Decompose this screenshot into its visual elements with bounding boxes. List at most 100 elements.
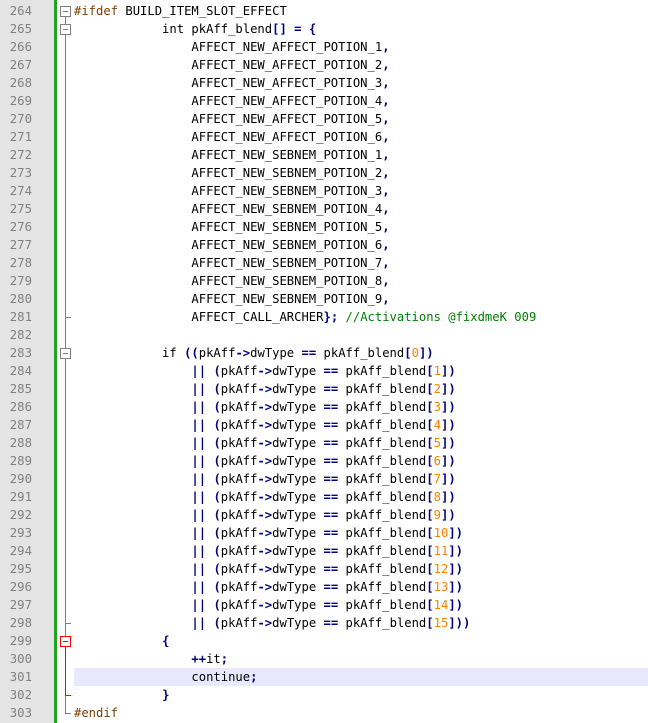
- code-text[interactable]: int pkAff_blend[] = {: [74, 20, 648, 38]
- code-text[interactable]: || (pkAff->dwType == pkAff_blend[9]): [74, 506, 648, 524]
- code-line-285[interactable]: 285 || (pkAff->dwType == pkAff_blend[2]): [0, 380, 648, 398]
- code-content: || (pkAff->dwType == pkAff_blend[12]): [191, 562, 463, 576]
- line-number: 283: [9, 346, 32, 360]
- code-line-299[interactable]: 299 {: [0, 632, 648, 650]
- code-line-293[interactable]: 293 || (pkAff->dwType == pkAff_blend[10]…: [0, 524, 648, 542]
- code-text[interactable]: || (pkAff->dwType == pkAff_blend[5]): [74, 434, 648, 452]
- code-line-300[interactable]: 300 ++it;: [0, 650, 648, 668]
- code-text[interactable]: AFFECT_NEW_SEBNEM_POTION_8,: [74, 272, 648, 290]
- code-text[interactable]: || (pkAff->dwType == pkAff_blend[14]): [74, 596, 648, 614]
- code-text[interactable]: || (pkAff->dwType == pkAff_blend[2]): [74, 380, 648, 398]
- code-text[interactable]: AFFECT_NEW_SEBNEM_POTION_6,: [74, 236, 648, 254]
- code-line-264[interactable]: 264 #ifdef BUILD_ITEM_SLOT_EFFECT: [0, 2, 648, 20]
- code-text[interactable]: AFFECT_NEW_AFFECT_POTION_4,: [74, 92, 648, 110]
- code-line-267[interactable]: 267 AFFECT_NEW_AFFECT_POTION_2,: [0, 56, 648, 74]
- line-number: 302: [9, 688, 32, 702]
- code-line-297[interactable]: 297 || (pkAff->dwType == pkAff_blend[14]…: [0, 596, 648, 614]
- code-line-268[interactable]: 268 AFFECT_NEW_AFFECT_POTION_3,: [0, 74, 648, 92]
- code-line-275[interactable]: 275 AFFECT_NEW_SEBNEM_POTION_4,: [0, 200, 648, 218]
- line-number: 276: [9, 220, 32, 234]
- line-number: 272: [9, 148, 32, 162]
- code-line-277[interactable]: 277 AFFECT_NEW_SEBNEM_POTION_6,: [0, 236, 648, 254]
- code-line-271[interactable]: 271 AFFECT_NEW_AFFECT_POTION_6,: [0, 128, 648, 146]
- code-line-294[interactable]: 294 || (pkAff->dwType == pkAff_blend[11]…: [0, 542, 648, 560]
- code-text[interactable]: {: [74, 632, 648, 650]
- code-text[interactable]: || (pkAff->dwType == pkAff_blend[15])): [74, 614, 648, 632]
- code-line-288[interactable]: 288 || (pkAff->dwType == pkAff_blend[5]): [0, 434, 648, 452]
- code-line-284[interactable]: 284 || (pkAff->dwType == pkAff_blend[1]): [0, 362, 648, 380]
- code-text[interactable]: continue;: [74, 668, 648, 686]
- code-line-291[interactable]: 291 || (pkAff->dwType == pkAff_blend[8]): [0, 488, 648, 506]
- line-number: 273: [9, 166, 32, 180]
- code-line-287[interactable]: 287 || (pkAff->dwType == pkAff_blend[4]): [0, 416, 648, 434]
- code-content: AFFECT_NEW_AFFECT_POTION_4,: [74, 94, 390, 108]
- code-line-303[interactable]: 303 #endif: [0, 704, 648, 722]
- code-editor[interactable]: 264 #ifdef BUILD_ITEM_SLOT_EFFECT 265 int …: [0, 0, 648, 723]
- code-text[interactable]: AFFECT_NEW_SEBNEM_POTION_1,: [74, 146, 648, 164]
- code-line-286[interactable]: 286 || (pkAff->dwType == pkAff_blend[3]): [0, 398, 648, 416]
- code-line-302[interactable]: 302 }: [0, 686, 648, 704]
- code-line-272[interactable]: 272 AFFECT_NEW_SEBNEM_POTION_1,: [0, 146, 648, 164]
- code-line-281[interactable]: 281 AFFECT_CALL_ARCHER}; //Activations @…: [0, 308, 648, 326]
- code-text[interactable]: AFFECT_NEW_SEBNEM_POTION_2,: [74, 164, 648, 182]
- line-number: 298: [9, 616, 32, 630]
- code-text[interactable]: ++it;: [74, 650, 648, 668]
- code-line-274[interactable]: 274 AFFECT_NEW_SEBNEM_POTION_3,: [0, 182, 648, 200]
- code-content: }: [162, 688, 170, 702]
- code-line-298[interactable]: 298 || (pkAff->dwType == pkAff_blend[15]…: [0, 614, 648, 632]
- code-line-266[interactable]: 266 AFFECT_NEW_AFFECT_POTION_1,: [0, 38, 648, 56]
- code-text[interactable]: || (pkAff->dwType == pkAff_blend[12]): [74, 560, 648, 578]
- code-line-270[interactable]: 270 AFFECT_NEW_AFFECT_POTION_5,: [0, 110, 648, 128]
- code-line-290[interactable]: 290 || (pkAff->dwType == pkAff_blend[7]): [0, 470, 648, 488]
- code-line-265[interactable]: 265 int pkAff_blend[] = {: [0, 20, 648, 38]
- code-text[interactable]: [74, 326, 648, 344]
- code-text[interactable]: || (pkAff->dwType == pkAff_blend[13]): [74, 578, 648, 596]
- code-text[interactable]: || (pkAff->dwType == pkAff_blend[8]): [74, 488, 648, 506]
- code-text[interactable]: || (pkAff->dwType == pkAff_blend[10]): [74, 524, 648, 542]
- code-text[interactable]: || (pkAff->dwType == pkAff_blend[7]): [74, 470, 648, 488]
- code-content: AFFECT_NEW_SEBNEM_POTION_3,: [74, 184, 390, 198]
- code-line-279[interactable]: 279 AFFECT_NEW_SEBNEM_POTION_8,: [0, 272, 648, 290]
- code-text[interactable]: AFFECT_NEW_AFFECT_POTION_6,: [74, 128, 648, 146]
- code-content: || (pkAff->dwType == pkAff_blend[14]): [191, 598, 463, 612]
- code-text[interactable]: AFFECT_NEW_SEBNEM_POTION_5,: [74, 218, 648, 236]
- code-text[interactable]: #ifdef BUILD_ITEM_SLOT_EFFECT: [74, 2, 648, 20]
- code-text[interactable]: || (pkAff->dwType == pkAff_blend[6]): [74, 452, 648, 470]
- code-text[interactable]: || (pkAff->dwType == pkAff_blend[11]): [74, 542, 648, 560]
- line-number: 282: [9, 328, 32, 342]
- code-line-282[interactable]: 282: [0, 326, 648, 344]
- code-text[interactable]: AFFECT_NEW_AFFECT_POTION_2,: [74, 56, 648, 74]
- code-content: AFFECT_NEW_AFFECT_POTION_2,: [74, 58, 390, 72]
- code-text[interactable]: AFFECT_NEW_SEBNEM_POTION_3,: [74, 182, 648, 200]
- code-line-278[interactable]: 278 AFFECT_NEW_SEBNEM_POTION_7,: [0, 254, 648, 272]
- code-text[interactable]: AFFECT_NEW_AFFECT_POTION_3,: [74, 74, 648, 92]
- code-line-289[interactable]: 289 || (pkAff->dwType == pkAff_blend[6]): [0, 452, 648, 470]
- code-text[interactable]: #endif: [74, 704, 648, 722]
- code-line-292[interactable]: 292 || (pkAff->dwType == pkAff_blend[9]): [0, 506, 648, 524]
- code-text[interactable]: }: [74, 686, 648, 704]
- code-text[interactable]: || (pkAff->dwType == pkAff_blend[3]): [74, 398, 648, 416]
- code-text[interactable]: AFFECT_NEW_AFFECT_POTION_5,: [74, 110, 648, 128]
- line-number: 275: [9, 202, 32, 216]
- code-content: || (pkAff->dwType == pkAff_blend[2]): [191, 382, 456, 396]
- code-content: AFFECT_NEW_SEBNEM_POTION_5,: [74, 220, 390, 234]
- code-line-269[interactable]: 269 AFFECT_NEW_AFFECT_POTION_4,: [0, 92, 648, 110]
- code-content: if ((pkAff->dwType == pkAff_blend[0]): [74, 346, 434, 360]
- code-text[interactable]: AFFECT_NEW_AFFECT_POTION_1,: [74, 38, 648, 56]
- code-text[interactable]: AFFECT_CALL_ARCHER}; //Activations @fixd…: [74, 308, 648, 326]
- code-line-280[interactable]: 280 AFFECT_NEW_SEBNEM_POTION_9,: [0, 290, 648, 308]
- line-number: 279: [9, 274, 32, 288]
- code-line-283[interactable]: 283 if ((pkAff->dwType == pkAff_blend[0]…: [0, 344, 648, 362]
- code-text[interactable]: AFFECT_NEW_SEBNEM_POTION_4,: [74, 200, 648, 218]
- code-line-295[interactable]: 295 || (pkAff->dwType == pkAff_blend[12]…: [0, 560, 648, 578]
- code-line-296[interactable]: 296 || (pkAff->dwType == pkAff_blend[13]…: [0, 578, 648, 596]
- code-text[interactable]: AFFECT_NEW_SEBNEM_POTION_9,: [74, 290, 648, 308]
- line-number: 294: [9, 544, 32, 558]
- code-text[interactable]: || (pkAff->dwType == pkAff_blend[4]): [74, 416, 648, 434]
- code-text[interactable]: || (pkAff->dwType == pkAff_blend[1]): [74, 362, 648, 380]
- code-text[interactable]: if ((pkAff->dwType == pkAff_blend[0]): [74, 344, 648, 362]
- code-text[interactable]: AFFECT_NEW_SEBNEM_POTION_7,: [74, 254, 648, 272]
- code-line-273[interactable]: 273 AFFECT_NEW_SEBNEM_POTION_2,: [0, 164, 648, 182]
- code-line-276[interactable]: 276 AFFECT_NEW_SEBNEM_POTION_5,: [0, 218, 648, 236]
- code-line-301[interactable]: 301 continue;: [0, 668, 648, 686]
